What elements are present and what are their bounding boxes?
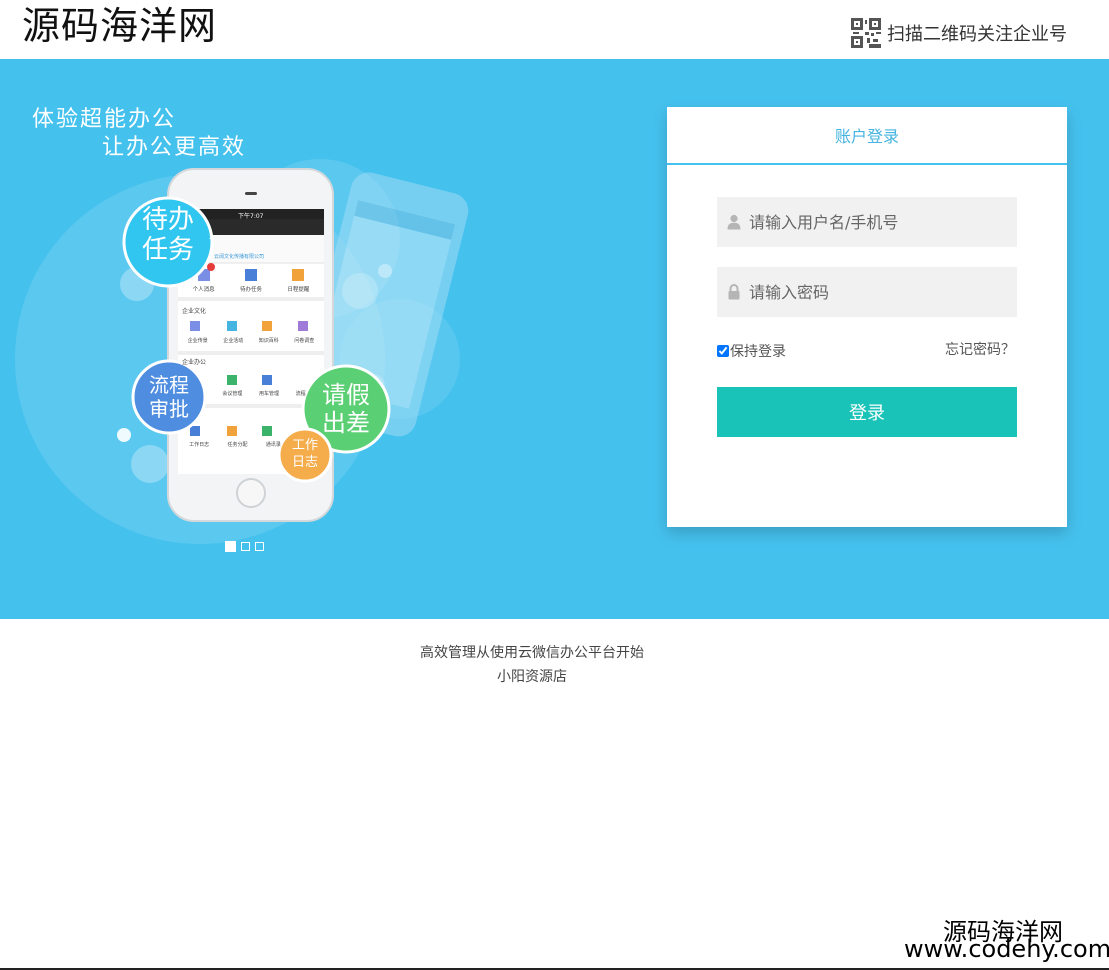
login-card: 账户登录 保持登录 忘记密码？ 登录 <box>667 107 1067 527</box>
username-input[interactable] <box>747 211 1001 233</box>
password-input[interactable] <box>747 281 1001 303</box>
forgot-password-link[interactable]: 忘记密码？ <box>945 339 1015 359</box>
bubble-leave: 请假 出差 <box>322 381 370 437</box>
footer-store: 小阳资源店 <box>497 669 567 685</box>
carousel-dots <box>225 541 264 552</box>
remember-checkbox[interactable] <box>717 345 729 357</box>
phone-row2: 企业传景 企业活动 知识百科 问卷调查 <box>187 338 315 344</box>
site-logo[interactable]: 源码海洋网 <box>22 2 217 50</box>
remember-label: 保持登录 <box>730 344 786 360</box>
header: 源码海洋网 扫描二维码关注企业号 <box>0 0 1109 59</box>
remember-login[interactable]: 保持登录 <box>717 341 786 361</box>
footer-tagline: 高效管理从使用云微信办公平台开始 <box>420 645 644 661</box>
phone-status-time: 下午7:07 <box>238 213 264 220</box>
phone-section-office: 企业办公 <box>182 359 207 366</box>
carousel-dot-2[interactable] <box>241 542 250 551</box>
phone-badge: 2 <box>209 234 213 241</box>
hero-banner: 待办 任务 流程 审批 请假 出差 工作 日志 下午7:07 OA管理系统 云阔… <box>0 59 1109 619</box>
username-field[interactable] <box>717 197 1017 247</box>
phone-row3: 会议管理 用车管理 流程 <box>222 391 306 397</box>
slogan-line-2: 让办公更高效 <box>102 135 247 160</box>
qr-code-icon <box>851 18 881 48</box>
login-title: 账户登录 <box>667 107 1067 165</box>
qr-follow[interactable]: 扫描二维码关注企业号 <box>851 18 1067 48</box>
phone-row4: 工作日志 任务分配 通讯录 <box>189 442 281 448</box>
bubble-process: 流程 审批 <box>149 373 189 421</box>
phone-row1: 个人消息 待办任务 日程提醒 <box>192 287 310 293</box>
lock-icon <box>728 284 740 300</box>
bubble-todo: 待办 任务 <box>141 205 194 265</box>
qr-follow-text: 扫描二维码关注企业号 <box>887 24 1067 45</box>
password-field[interactable] <box>717 267 1017 317</box>
carousel-dot-1[interactable] <box>225 541 236 552</box>
login-button[interactable]: 登录 <box>717 387 1017 437</box>
phone-company: 云阔文化传播有限公司 <box>214 254 265 260</box>
phone-section-culture: 企业文化 <box>182 308 207 315</box>
watermark-en: www.codehy.com <box>904 935 1109 963</box>
carousel-dot-3[interactable] <box>255 542 264 551</box>
user-icon <box>727 214 741 230</box>
